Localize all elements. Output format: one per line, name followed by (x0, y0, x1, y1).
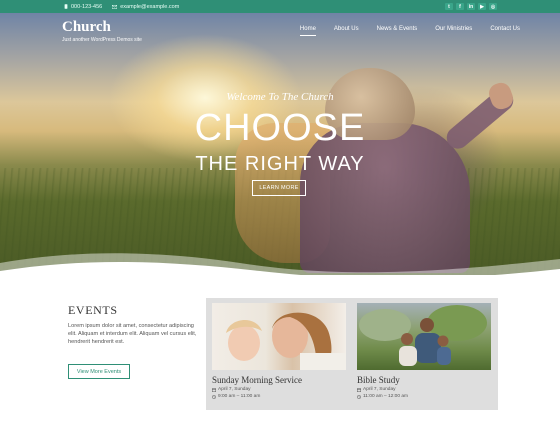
mother-child-image (226, 312, 346, 370)
top-bar: 000-123-456 example@example.com t f in ▶… (0, 0, 560, 13)
hero-subheadline: THE RIGHT WAY (195, 153, 365, 175)
calendar-icon (357, 387, 361, 392)
hero-welcome: Welcome To The Church (226, 91, 334, 103)
nav-item-our-ministries[interactable]: Our Ministries (435, 26, 472, 36)
social-links: t f in ▶ ◎ (445, 3, 497, 10)
page: 000-123-456 example@example.com t f in ▶… (0, 0, 560, 436)
hero-headline: CHOOSE (194, 107, 366, 149)
site-brand[interactable]: Church Just another WordPress Demos site (62, 19, 142, 43)
events-description: Lorem ipsum dolor sit amet, consectetur … (68, 323, 197, 345)
event-photo-mother-child[interactable] (212, 303, 346, 370)
event-date: April 7, Sunday (212, 387, 346, 392)
clock-icon (357, 394, 361, 399)
clock-icon (212, 394, 216, 399)
events-heading: EVENTS (68, 303, 118, 317)
event-time-text: 11:00 am – 12:00 am (363, 394, 408, 399)
nav-item-about-us[interactable]: About Us (334, 26, 359, 36)
phone-contact[interactable]: 000-123-456 (64, 4, 102, 10)
hero-banner: Church Just another WordPress Demos site… (0, 13, 560, 275)
instagram-icon[interactable]: ◎ (489, 3, 497, 10)
envelope-icon (112, 4, 118, 9)
learn-more-button[interactable]: LEARN MORE (252, 180, 306, 196)
nav-item-contact-us[interactable]: Contact Us (490, 26, 520, 36)
nav-item-news-events[interactable]: News & Events (377, 26, 418, 36)
site-title[interactable]: Church (62, 19, 142, 36)
event-time-text: 9:00 am – 11:00 am (218, 394, 261, 399)
event-title[interactable]: Bible Study (357, 375, 491, 385)
event-time: 11:00 am – 12:00 am (357, 394, 491, 399)
event-photo-family[interactable] (357, 303, 491, 370)
event-title[interactable]: Sunday Morning Service (212, 375, 346, 385)
phone-icon (64, 4, 68, 9)
linkedin-icon[interactable]: in (467, 3, 475, 10)
nav-item-home[interactable]: Home (299, 26, 316, 36)
calendar-icon (212, 387, 216, 392)
wave-divider (0, 253, 560, 275)
site-tagline: Just another WordPress Demos site (62, 37, 142, 43)
twitter-icon[interactable]: t (445, 3, 453, 10)
event-date: April 7, Sunday (357, 387, 491, 392)
email-contact[interactable]: example@example.com (112, 4, 179, 10)
youtube-icon[interactable]: ▶ (478, 3, 486, 10)
event-time: 9:00 am – 11:00 am (212, 394, 346, 399)
main-nav: Home About Us News & Events Our Ministri… (299, 26, 520, 36)
event-card[interactable]: Sunday Morning Service April 7, Sunday 9… (212, 303, 346, 399)
phone-number: 000-123-456 (71, 3, 103, 10)
event-date-text: April 7, Sunday (218, 387, 251, 392)
event-card[interactable]: Bible Study April 7, Sunday 11:00 am – 1… (357, 303, 491, 399)
family-image (359, 305, 487, 366)
view-more-events-button[interactable]: View More Events (68, 364, 130, 379)
events-cards-panel: Sunday Morning Service April 7, Sunday 9… (206, 298, 498, 410)
facebook-icon[interactable]: f (456, 3, 464, 10)
event-date-text: April 7, Sunday (363, 387, 396, 392)
email-address: example@example.com (120, 3, 180, 10)
